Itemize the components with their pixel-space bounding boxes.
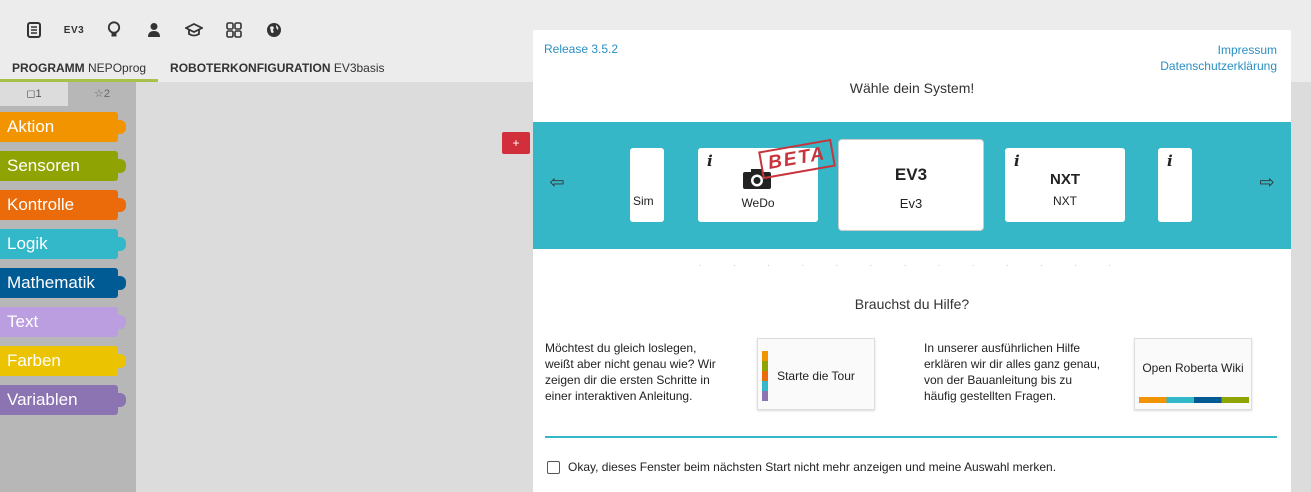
- start-dialog: Release 3.5.2 Impressum Datenschutzerklä…: [533, 30, 1291, 492]
- toolbox: ◻1 ☆2 Aktion Sensoren Kontrolle Logik Mathem…: [0, 82, 136, 492]
- carousel-prev-arrow-icon[interactable]: ⇦: [545, 170, 569, 194]
- tab-config-label: ROBOTERKONFIGURATION: [170, 61, 331, 75]
- toolbox-tab-expert[interactable]: ☆2: [68, 82, 136, 106]
- gallery-icon[interactable]: [214, 18, 254, 42]
- dont-show-again-checkbox[interactable]: [547, 461, 560, 474]
- category-aktion[interactable]: Aktion: [0, 112, 126, 142]
- globe-icon[interactable]: [254, 18, 294, 42]
- help-wiki-text: In unserer ausführlichen Hilfe erklären …: [924, 341, 1101, 403]
- system-label-wedo: WeDo: [741, 196, 775, 210]
- carousel-dots: · · · · · · · · · · · · ·: [698, 260, 1126, 271]
- wiki-label: Open Roberta Wiki: [1142, 361, 1244, 375]
- system-card-next[interactable]: i: [1158, 148, 1192, 222]
- category-text[interactable]: Text: [0, 307, 126, 337]
- help-tour-text: Möchtest du gleich loslegen, weißt aber …: [545, 341, 716, 403]
- tab-config-name: EV3basis: [333, 61, 385, 75]
- privacy-link[interactable]: Datenschutzerklärung: [1160, 58, 1277, 74]
- category-logik[interactable]: Logik: [0, 229, 126, 259]
- document-icon[interactable]: [14, 18, 54, 42]
- system-label-nxt: NXT: [1053, 194, 1077, 208]
- info-icon[interactable]: i: [1167, 152, 1173, 170]
- add-block-button[interactable]: +: [502, 132, 530, 154]
- carousel-next-arrow-icon[interactable]: ⇨: [1255, 170, 1279, 194]
- ev3-logo: EV3: [894, 165, 928, 184]
- help-title: Brauchst du Hilfe?: [854, 296, 970, 312]
- user-icon[interactable]: [134, 18, 174, 42]
- system-label-ev3: Ev3: [899, 196, 923, 211]
- wiki-thumb-footer: [1139, 397, 1249, 403]
- beta-badge: BETA: [758, 138, 837, 180]
- ev3-icon[interactable]: EV3: [54, 18, 94, 42]
- category-farben[interactable]: Farben: [0, 346, 126, 376]
- category-kontrolle[interactable]: Kontrolle: [0, 190, 126, 220]
- toolbox-tab-beginner[interactable]: ◻1: [0, 82, 68, 106]
- tab-program[interactable]: PROGRAMM NEPOprog: [0, 56, 159, 82]
- info-icon[interactable]: i: [707, 152, 713, 170]
- system-card-ev3[interactable]: EV3 Ev3: [839, 140, 983, 230]
- category-list: Aktion Sensoren Kontrolle Logik Mathematik Te…: [0, 106, 136, 415]
- category-sensoren[interactable]: Sensoren: [0, 151, 126, 181]
- release-label: Release 3.5.2: [544, 42, 619, 56]
- system-carousel: ⇦ ⇨ Sim i BETA WeDo EV3 Ev3 i NXT NXT i: [533, 122, 1291, 249]
- top-toolbar: EV3: [14, 18, 294, 42]
- system-card-nxt[interactable]: i NXT NXT: [1005, 148, 1125, 222]
- tab-program-name: NEPOprog: [88, 61, 147, 75]
- system-label-sim: Sim: [633, 194, 654, 208]
- impressum-link[interactable]: Impressum: [1160, 42, 1277, 58]
- divider: [545, 436, 1277, 438]
- dont-show-again-label[interactable]: Okay, dieses Fenster beim nächsten Start…: [568, 460, 1056, 474]
- wiki-thumbnail[interactable]: Open Roberta Wiki: [1134, 338, 1252, 410]
- toolbox-level-tabs: ◻1 ☆2: [0, 82, 136, 106]
- dialog-title: Wähle dein System!: [849, 80, 975, 96]
- category-mathematik[interactable]: Mathematik: [0, 268, 126, 298]
- tab-program-label: PROGRAMM: [12, 61, 85, 75]
- graduation-cap-icon[interactable]: [174, 18, 214, 42]
- category-variablen[interactable]: Variablen: [0, 385, 126, 415]
- system-card-sim[interactable]: Sim: [630, 148, 664, 222]
- tab-robot-config[interactable]: ROBOTERKONFIGURATION EV3basis: [158, 56, 396, 82]
- system-card-wedo[interactable]: i BETA WeDo: [698, 138, 837, 222]
- info-icon[interactable]: i: [1014, 152, 1020, 170]
- nxt-logo: NXT: [1050, 171, 1080, 188]
- tour-label: Starte die Tour: [777, 369, 855, 383]
- tour-thumbnail[interactable]: Starte die Tour: [757, 338, 875, 410]
- legal-links: Impressum Datenschutzerklärung: [1160, 42, 1277, 74]
- editor-tabs: PROGRAMM NEPOprog ROBOTERKONFIGURATION E…: [0, 56, 397, 82]
- lightbulb-icon[interactable]: [94, 18, 134, 42]
